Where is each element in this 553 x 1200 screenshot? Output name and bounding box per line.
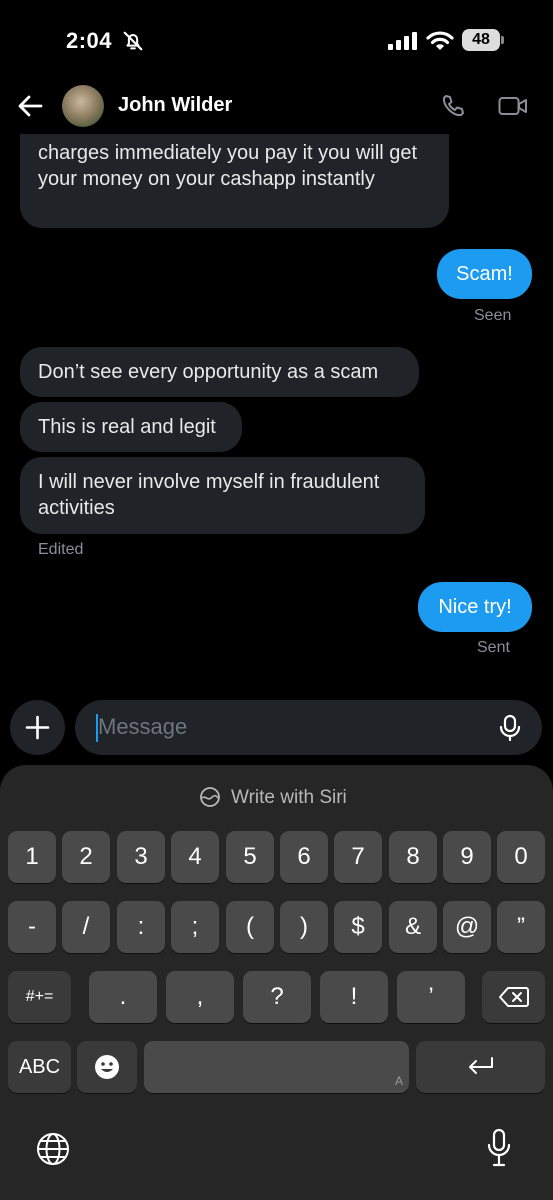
- return-key[interactable]: [416, 1041, 545, 1093]
- keyboard-key[interactable]: -: [8, 901, 56, 953]
- keyboard-key[interactable]: 3: [117, 831, 165, 883]
- seen-status: Seen: [474, 307, 512, 324]
- siri-icon[interactable]: [199, 786, 221, 808]
- keyboard-key[interactable]: 4: [171, 831, 219, 883]
- add-attachment-button[interactable]: [10, 700, 65, 755]
- keyboard-key[interactable]: 0: [497, 831, 545, 883]
- message-placeholder: Message: [98, 714, 188, 739]
- backspace-icon: [498, 987, 529, 1007]
- keyboard-key[interactable]: 7: [334, 831, 382, 883]
- more-symbols-key[interactable]: #+=: [8, 971, 71, 1023]
- edited-label: Edited: [38, 541, 84, 558]
- keyboard-key[interactable]: $: [334, 901, 382, 953]
- globe-icon[interactable]: [36, 1132, 70, 1166]
- keyboard-key[interactable]: :: [117, 901, 165, 953]
- keyboard-key[interactable]: 6: [280, 831, 328, 883]
- keyboard-key[interactable]: 2: [62, 831, 110, 883]
- emoji-icon: [95, 1055, 119, 1079]
- contact-name[interactable]: John Wilder: [118, 94, 232, 117]
- keyboard-key[interactable]: /: [62, 901, 110, 953]
- microphone-icon[interactable]: [498, 714, 522, 742]
- phone-call-icon[interactable]: [440, 93, 466, 119]
- keyboard-key[interactable]: 1: [8, 831, 56, 883]
- abc-key[interactable]: ABC: [8, 1041, 71, 1093]
- return-icon: [468, 1057, 493, 1074]
- battery-indicator: 48: [462, 29, 500, 51]
- message-bubble-sent[interactable]: Scam!: [437, 249, 532, 299]
- keyboard-key[interactable]: ): [280, 901, 328, 953]
- video-call-icon[interactable]: [498, 95, 528, 117]
- signal-icon: [388, 32, 417, 50]
- keyboard-key[interactable]: .: [89, 971, 157, 1023]
- status-time: 2:04: [66, 28, 113, 53]
- keyboard-key[interactable]: ,: [166, 971, 234, 1023]
- back-arrow-icon[interactable]: [16, 92, 44, 120]
- keyboard-key[interactable]: &: [389, 901, 437, 953]
- delete-key[interactable]: [482, 971, 545, 1023]
- dictation-microphone-icon[interactable]: [486, 1128, 512, 1168]
- space-key[interactable]: A: [144, 1041, 409, 1093]
- message-bubble-received[interactable]: I will never involve myself in fraudulen…: [20, 457, 425, 534]
- plus-icon: [25, 715, 50, 740]
- contact-avatar[interactable]: [62, 85, 104, 127]
- message-bubble-received[interactable]: charges immediately you pay it you will …: [20, 120, 449, 228]
- write-with-siri-button[interactable]: Write with Siri: [231, 787, 347, 809]
- wifi-icon: [426, 31, 454, 50]
- keyboard-key[interactable]: ’: [397, 971, 465, 1023]
- emoji-key[interactable]: [77, 1041, 137, 1093]
- space-key-hint: A: [394, 1074, 403, 1088]
- keyboard-key[interactable]: 8: [389, 831, 437, 883]
- keyboard-key[interactable]: @: [443, 901, 491, 953]
- message-bubble-sent[interactable]: Nice try!: [418, 582, 532, 632]
- message-bubble-received[interactable]: This is real and legit: [20, 402, 242, 452]
- keyboard-key[interactable]: ?: [243, 971, 311, 1023]
- keyboard-key[interactable]: ;: [171, 901, 219, 953]
- keyboard-key[interactable]: ”: [497, 901, 545, 953]
- keyboard-key[interactable]: 5: [226, 831, 274, 883]
- keyboard-key[interactable]: !: [320, 971, 388, 1023]
- sent-status: Sent: [477, 639, 510, 656]
- keyboard-key[interactable]: 9: [443, 831, 491, 883]
- message-bubble-received[interactable]: Don’t see every opportunity as a scam: [20, 347, 419, 397]
- keyboard-key[interactable]: (: [226, 901, 274, 953]
- battery-cap: [501, 36, 504, 44]
- bell-slash-icon: [123, 31, 143, 51]
